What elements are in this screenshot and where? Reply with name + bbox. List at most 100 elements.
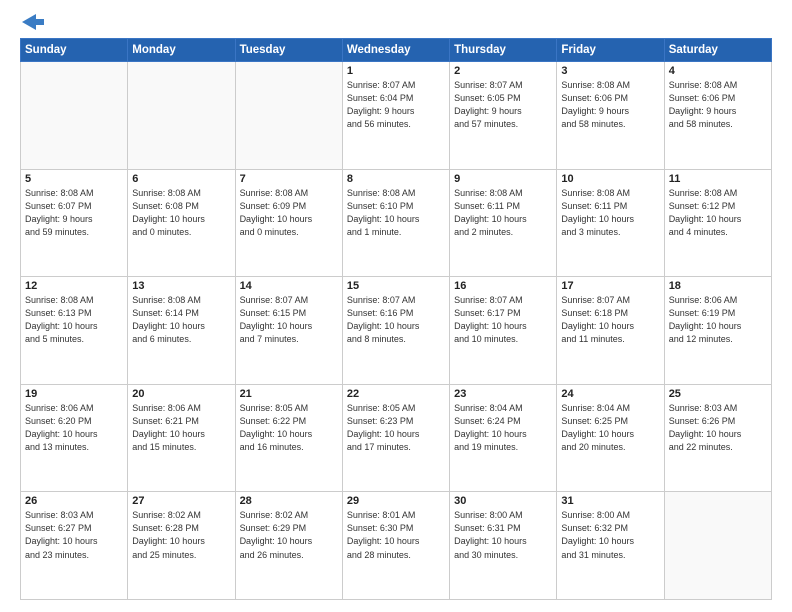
day-number: 29 (347, 495, 445, 507)
day-info: Sunrise: 8:08 AM Sunset: 6:11 PM Dayligh… (561, 187, 659, 239)
calendar-day-28: 28 Sunrise: 8:02 AM Sunset: 6:29 PM Dayli… (235, 492, 342, 600)
day-info: Sunrise: 8:06 AM Sunset: 6:20 PM Dayligh… (25, 402, 123, 454)
day-info: Sunrise: 8:04 AM Sunset: 6:25 PM Dayligh… (561, 402, 659, 454)
day-header-sunday: Sunday (21, 39, 128, 62)
day-header-thursday: Thursday (450, 39, 557, 62)
calendar-empty-cell (21, 62, 128, 170)
day-info: Sunrise: 8:08 AM Sunset: 6:11 PM Dayligh… (454, 187, 552, 239)
calendar-day-6: 6Sunrise: 8:08 AM Sunset: 6:08 PM Daylig… (128, 169, 235, 277)
calendar-week-row: 1 Sunrise: 8:07 AM Sunset: 6:04 PM Daylig… (21, 62, 772, 170)
calendar-day-5: 5 Sunrise: 8:08 AM Sunset: 6:07 PM Daylig… (21, 169, 128, 277)
calendar-day-10: 10 Sunrise: 8:08 AM Sunset: 6:11 PM Dayli… (557, 169, 664, 277)
day-number: 12 (25, 280, 123, 292)
day-number: 31 (561, 495, 659, 507)
day-number: 24 (561, 388, 659, 400)
calendar-day-9: 9 Sunrise: 8:08 AM Sunset: 6:11 PM Daylig… (450, 169, 557, 277)
day-info: Sunrise: 8:07 AM Sunset: 6:04 PM Dayligh… (347, 79, 445, 131)
day-info: Sunrise: 8:08 AM Sunset: 6:09 PM Dayligh… (240, 187, 338, 239)
day-number: 15 (347, 280, 445, 292)
day-number: 23 (454, 388, 552, 400)
day-number: 2 (454, 65, 552, 77)
calendar-day-7: 7 Sunrise: 8:08 AM Sunset: 6:09 PM Daylig… (235, 169, 342, 277)
day-number: 28 (240, 495, 338, 507)
day-info: Sunrise: 8:05 AM Sunset: 6:23 PM Dayligh… (347, 402, 445, 454)
calendar-week-row: 19 Sunrise: 8:06 AM Sunset: 6:20 PM Dayli… (21, 384, 772, 492)
calendar-day-29: 29 Sunrise: 8:01 AM Sunset: 6:30 PM Dayli… (342, 492, 449, 600)
calendar-day-23: 23 Sunrise: 8:04 AM Sunset: 6:24 PM Dayli… (450, 384, 557, 492)
day-number: 13 (132, 280, 230, 292)
day-info: Sunrise: 8:07 AM Sunset: 6:15 PM Dayligh… (240, 294, 338, 346)
day-info: Sunrise: 8:02 AM Sunset: 6:28 PM Dayligh… (132, 509, 230, 561)
calendar-day-22: 22 Sunrise: 8:05 AM Sunset: 6:23 PM Dayli… (342, 384, 449, 492)
day-info: Sunrise: 8:08 AM Sunset: 6:07 PM Dayligh… (25, 187, 123, 239)
calendar-day-13: 13 Sunrise: 8:08 AM Sunset: 6:14 PM Dayli… (128, 277, 235, 385)
day-info: Sunrise: 8:00 AM Sunset: 6:31 PM Dayligh… (454, 509, 552, 561)
logo-arrow-icon (22, 14, 44, 30)
day-number: 5 (25, 173, 123, 185)
day-info: Sunrise: 8:03 AM Sunset: 6:26 PM Dayligh… (669, 402, 767, 454)
calendar-day-30: 30 Sunrise: 8:00 AM Sunset: 6:31 PM Dayli… (450, 492, 557, 600)
calendar-day-11: 11Sunrise: 8:08 AM Sunset: 6:12 PM Dayli… (664, 169, 771, 277)
day-number: 9 (454, 173, 552, 185)
day-info: Sunrise: 8:01 AM Sunset: 6:30 PM Dayligh… (347, 509, 445, 561)
calendar-day-20: 20 Sunrise: 8:06 AM Sunset: 6:21 PM Dayli… (128, 384, 235, 492)
day-info: Sunrise: 8:08 AM Sunset: 6:14 PM Dayligh… (132, 294, 230, 346)
day-header-wednesday: Wednesday (342, 39, 449, 62)
day-info: Sunrise: 8:08 AM Sunset: 6:13 PM Dayligh… (25, 294, 123, 346)
day-number: 22 (347, 388, 445, 400)
day-number: 19 (25, 388, 123, 400)
calendar-day-31: 31 Sunrise: 8:00 AM Sunset: 6:32 PM Dayli… (557, 492, 664, 600)
day-number: 8 (347, 173, 445, 185)
calendar-day-4: 4 Sunrise: 8:08 AM Sunset: 6:06 PM Daylig… (664, 62, 771, 170)
day-info: Sunrise: 8:05 AM Sunset: 6:22 PM Dayligh… (240, 402, 338, 454)
day-info: Sunrise: 8:06 AM Sunset: 6:21 PM Dayligh… (132, 402, 230, 454)
day-info: Sunrise: 8:08 AM Sunset: 6:06 PM Dayligh… (669, 79, 767, 131)
day-number: 6 (132, 173, 230, 185)
calendar-day-15: 15 Sunrise: 8:07 AM Sunset: 6:16 PM Dayli… (342, 277, 449, 385)
day-info: Sunrise: 8:03 AM Sunset: 6:27 PM Dayligh… (25, 509, 123, 561)
day-number: 1 (347, 65, 445, 77)
calendar-day-3: 3 Sunrise: 8:08 AM Sunset: 6:06 PM Daylig… (557, 62, 664, 170)
day-number: 14 (240, 280, 338, 292)
day-header-friday: Friday (557, 39, 664, 62)
calendar-day-19: 19 Sunrise: 8:06 AM Sunset: 6:20 PM Dayli… (21, 384, 128, 492)
day-info: Sunrise: 8:04 AM Sunset: 6:24 PM Dayligh… (454, 402, 552, 454)
day-info: Sunrise: 8:07 AM Sunset: 6:16 PM Dayligh… (347, 294, 445, 346)
calendar-empty-cell (235, 62, 342, 170)
day-info: Sunrise: 8:07 AM Sunset: 6:18 PM Dayligh… (561, 294, 659, 346)
day-info: Sunrise: 8:08 AM Sunset: 6:06 PM Dayligh… (561, 79, 659, 131)
calendar-week-row: 26Sunrise: 8:03 AM Sunset: 6:27 PM Dayli… (21, 492, 772, 600)
calendar-day-16: 16 Sunrise: 8:07 AM Sunset: 6:17 PM Dayli… (450, 277, 557, 385)
day-header-tuesday: Tuesday (235, 39, 342, 62)
day-info: Sunrise: 8:07 AM Sunset: 6:17 PM Dayligh… (454, 294, 552, 346)
calendar-day-27: 27Sunrise: 8:02 AM Sunset: 6:28 PM Dayli… (128, 492, 235, 600)
calendar-day-2: 2Sunrise: 8:07 AM Sunset: 6:05 PM Daylig… (450, 62, 557, 170)
page: SundayMondayTuesdayWednesdayThursdayFrid… (0, 0, 792, 612)
day-number: 3 (561, 65, 659, 77)
day-number: 7 (240, 173, 338, 185)
calendar-day-8: 8 Sunrise: 8:08 AM Sunset: 6:10 PM Daylig… (342, 169, 449, 277)
calendar-day-26: 26Sunrise: 8:03 AM Sunset: 6:27 PM Dayli… (21, 492, 128, 600)
logo (20, 18, 44, 30)
calendar-week-row: 12 Sunrise: 8:08 AM Sunset: 6:13 PM Dayli… (21, 277, 772, 385)
calendar-day-14: 14 Sunrise: 8:07 AM Sunset: 6:15 PM Dayli… (235, 277, 342, 385)
day-number: 25 (669, 388, 767, 400)
day-number: 16 (454, 280, 552, 292)
day-number: 30 (454, 495, 552, 507)
day-info: Sunrise: 8:08 AM Sunset: 6:10 PM Dayligh… (347, 187, 445, 239)
day-info: Sunrise: 8:02 AM Sunset: 6:29 PM Dayligh… (240, 509, 338, 561)
day-number: 10 (561, 173, 659, 185)
calendar-empty-cell (128, 62, 235, 170)
day-number: 18 (669, 280, 767, 292)
day-number: 20 (132, 388, 230, 400)
day-info: Sunrise: 8:00 AM Sunset: 6:32 PM Dayligh… (561, 509, 659, 561)
calendar-day-18: 18Sunrise: 8:06 AM Sunset: 6:19 PM Dayli… (664, 277, 771, 385)
day-header-monday: Monday (128, 39, 235, 62)
day-header-saturday: Saturday (664, 39, 771, 62)
calendar-table: SundayMondayTuesdayWednesdayThursdayFrid… (20, 38, 772, 600)
calendar-day-25: 25 Sunrise: 8:03 AM Sunset: 6:26 PM Dayli… (664, 384, 771, 492)
day-number: 4 (669, 65, 767, 77)
calendar-day-21: 21Sunrise: 8:05 AM Sunset: 6:22 PM Dayli… (235, 384, 342, 492)
calendar-day-17: 17Sunrise: 8:07 AM Sunset: 6:18 PM Dayli… (557, 277, 664, 385)
header (20, 18, 772, 30)
